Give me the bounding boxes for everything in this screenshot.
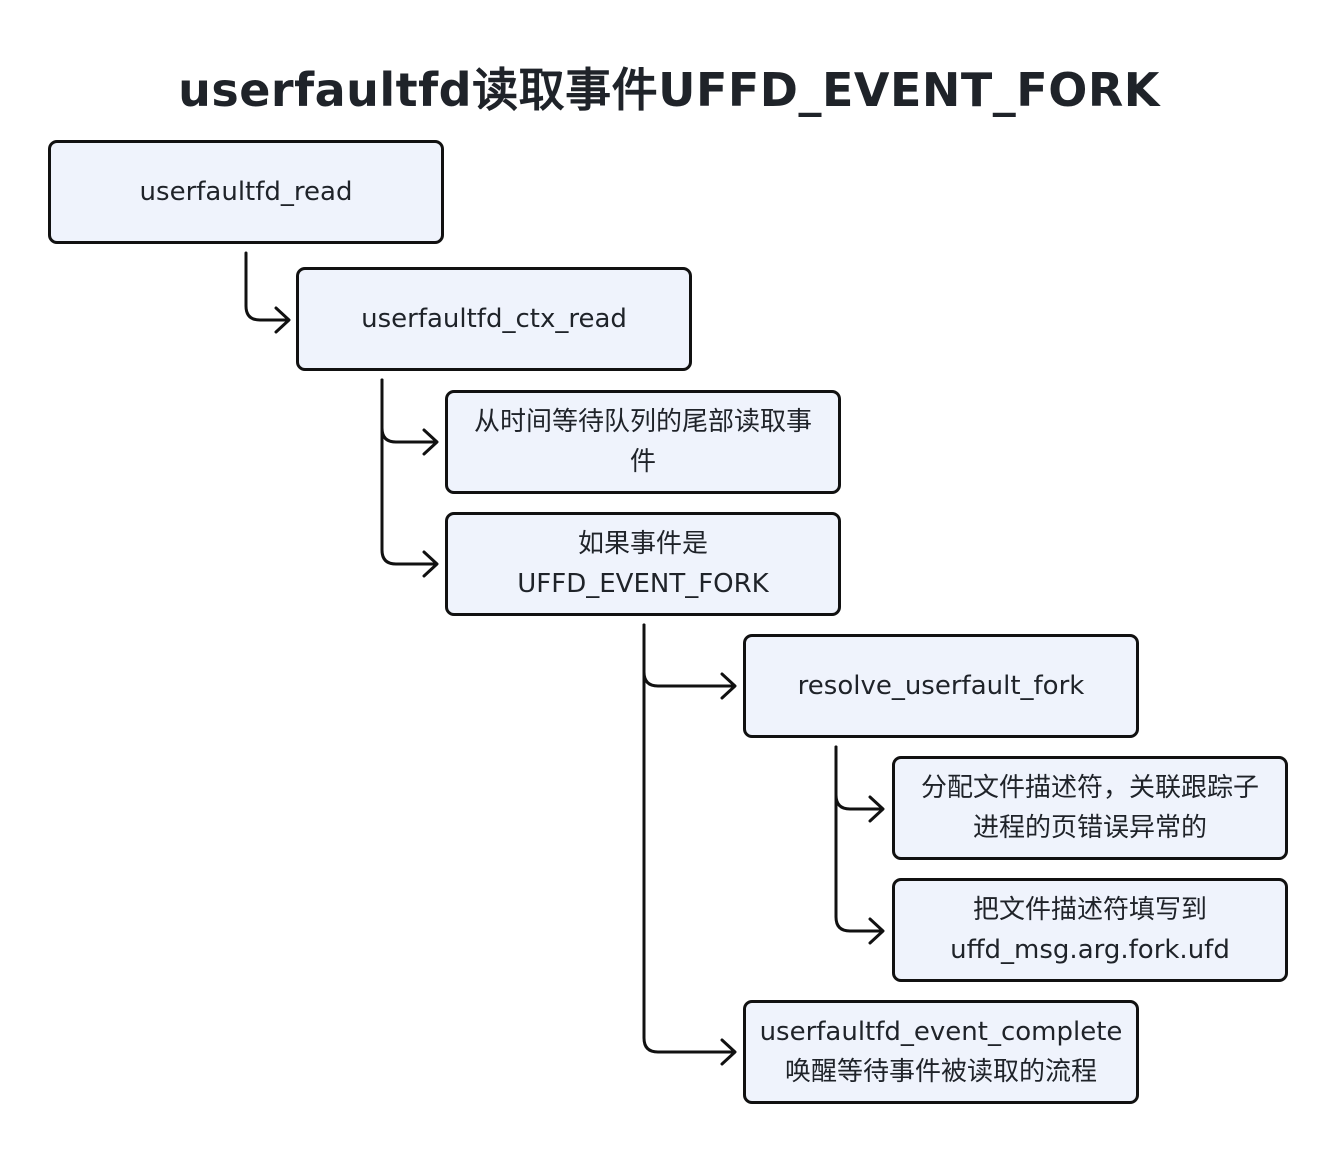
node-label-line: UFFD_EVENT_FORK xyxy=(517,569,769,599)
node-label-line: uffd_msg.arg.fork.ufd xyxy=(950,935,1230,965)
node-label-line: 唤醒等待事件被读取的流程 xyxy=(784,1057,1097,1087)
node-label-line: resolve_userfault_fork xyxy=(797,671,1085,701)
connector-resolve-to-fill-fd xyxy=(834,745,884,933)
node-userfaultfd-ctx-read: userfaultfd_ctx_read xyxy=(296,267,692,371)
node-label-line: 把文件描述符填写到 xyxy=(972,895,1207,925)
node-read-event-from-queue: 从时间等待队列的尾部读取事 件 xyxy=(445,390,841,494)
node-event-complete: userfaultfd_event_complete 唤醒等待事件被读取的流程 xyxy=(743,1000,1139,1104)
node-label-line: 件 xyxy=(629,447,656,477)
connector-ctx-read-to-if-fork xyxy=(380,378,438,566)
node-label-line: 进程的页错误异常的 xyxy=(972,813,1207,843)
node-label-line: 从时间等待队列的尾部读取事 xyxy=(473,407,812,437)
node-label-line: 分配文件描述符，关联跟踪子 xyxy=(920,773,1259,803)
node-label-line: 如果事件是 xyxy=(577,529,708,559)
node-fill-fd: 把文件描述符填写到 uffd_msg.arg.fork.ufd xyxy=(892,878,1288,982)
node-if-event-fork: 如果事件是 UFFD_EVENT_FORK xyxy=(445,512,841,616)
node-label-line: userfaultfd_event_complete xyxy=(759,1017,1123,1047)
node-alloc-fd: 分配文件描述符，关联跟踪子 进程的页错误异常的 xyxy=(892,756,1288,860)
connector-if-fork-to-event-complete xyxy=(642,623,736,1054)
connector-read-to-ctx-read xyxy=(244,251,290,322)
node-resolve-userfault-fork: resolve_userfault_fork xyxy=(743,634,1139,738)
node-label-line: userfaultfd_ctx_read xyxy=(361,304,627,334)
node-label-line: userfaultfd_read xyxy=(139,177,353,207)
node-userfaultfd-read: userfaultfd_read xyxy=(48,140,444,244)
connector-if-fork-to-resolve xyxy=(642,623,736,688)
